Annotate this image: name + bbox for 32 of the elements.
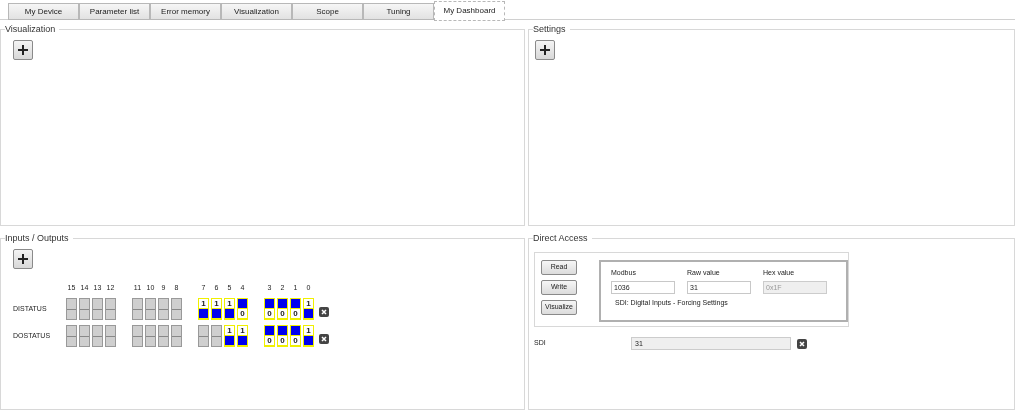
bit-value: 0 [238, 309, 247, 318]
bit-value: 0 [291, 336, 300, 345]
bit-value: 0 [278, 336, 287, 345]
bit-value: 1 [225, 299, 234, 308]
bit-value: 1 [212, 299, 221, 308]
add-button[interactable] [13, 249, 33, 269]
tab[interactable]: Tuning [363, 3, 434, 20]
tab[interactable]: Error memory [150, 3, 221, 20]
bit-value: 0 [265, 336, 274, 345]
panel-title: Settings [533, 22, 570, 36]
bit-value: 1 [238, 326, 247, 335]
tab[interactable]: My Dashboard [434, 1, 505, 21]
plus-icon [540, 45, 550, 55]
bit-value: 0 [291, 309, 300, 318]
tab[interactable]: Parameter list [79, 3, 150, 20]
plus-icon [18, 254, 28, 264]
tab[interactable]: My Device [8, 3, 79, 20]
panel-title: Inputs / Outputs [5, 231, 73, 245]
bit-value: 1 [225, 326, 234, 335]
close-icon[interactable] [319, 334, 329, 344]
plus-icon [18, 45, 28, 55]
bit-value: 1 [304, 326, 313, 335]
close-icon[interactable] [319, 307, 329, 317]
add-button[interactable] [13, 40, 33, 60]
bit-value: 0 [265, 309, 274, 318]
add-button[interactable] [535, 40, 555, 60]
tab[interactable]: Scope [292, 3, 363, 20]
tab[interactable]: Visualization [221, 3, 292, 20]
bit-value: 0 [278, 309, 287, 318]
bit-value: 1 [199, 299, 208, 308]
close-icon[interactable] [797, 338, 807, 349]
bit-value: 1 [304, 299, 313, 308]
